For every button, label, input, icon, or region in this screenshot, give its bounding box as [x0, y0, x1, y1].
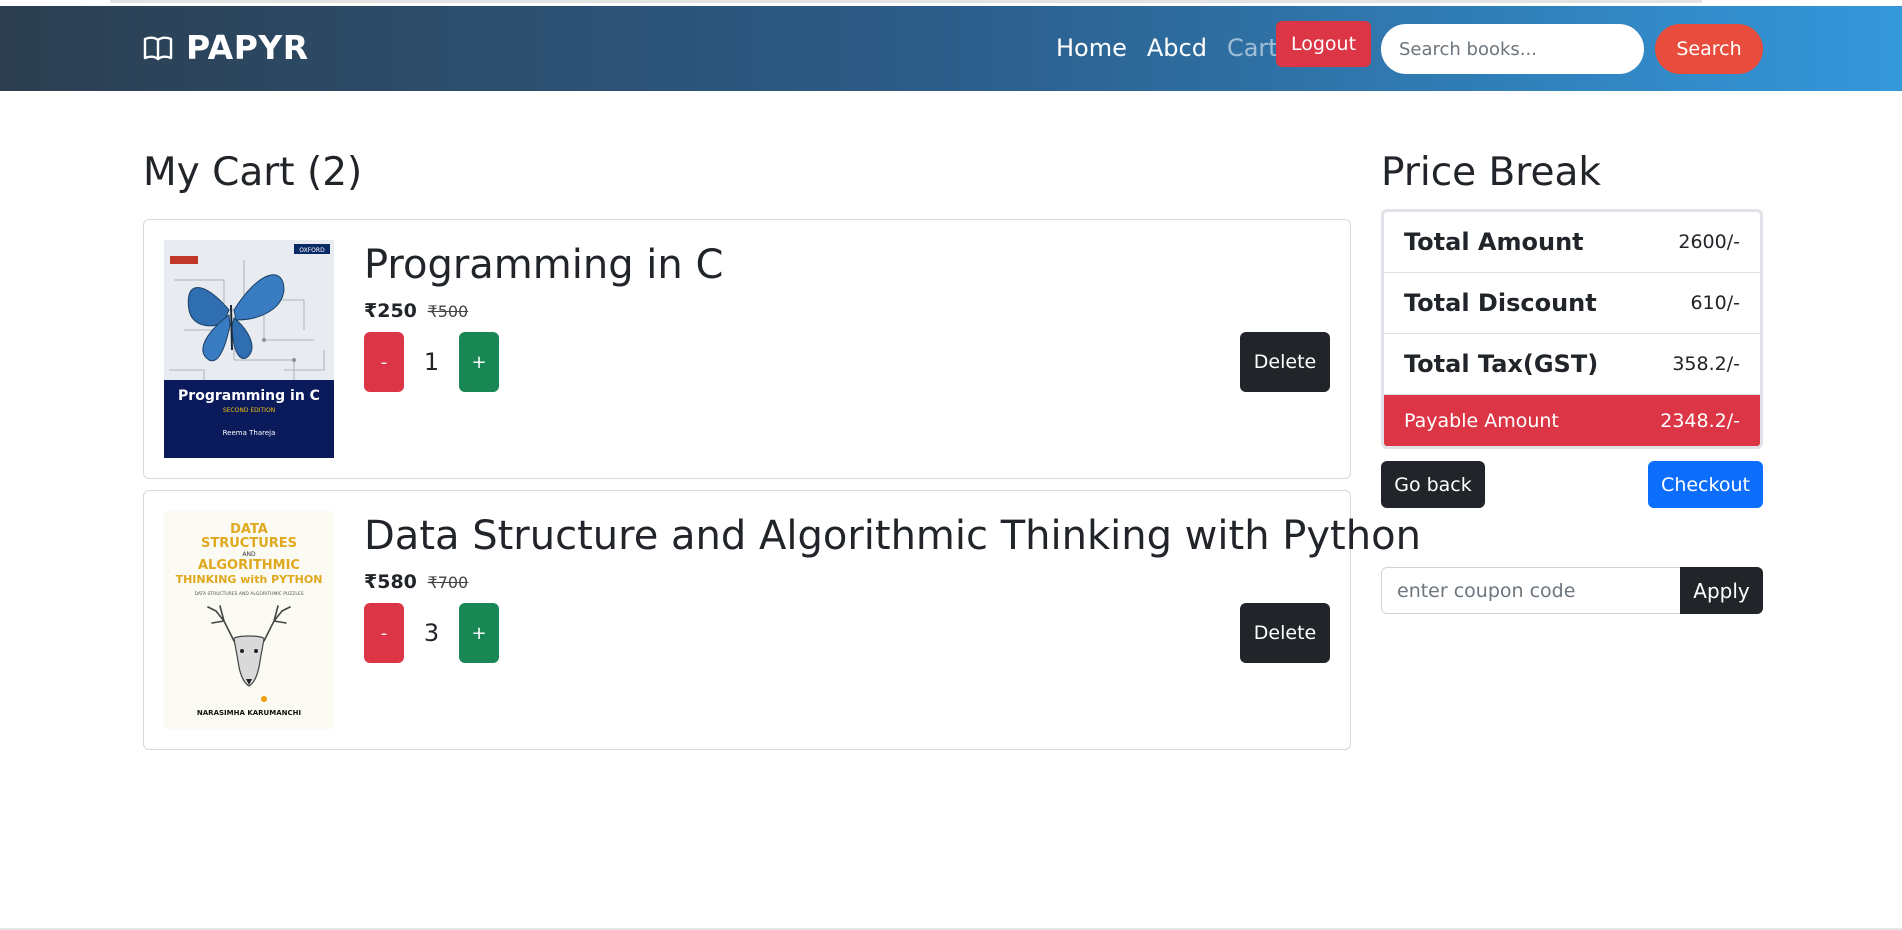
nav-link-cart[interactable]: Cart: [1227, 34, 1278, 62]
price-row-label: Total Tax(GST): [1404, 350, 1599, 378]
cart-item: DATA STRUCTURES AND ALGORITHMIC THINKING…: [143, 490, 1421, 750]
price-row-value: 610/-: [1690, 292, 1740, 314]
book-title[interactable]: Programming in C: [364, 242, 723, 288]
cart-item: OXFORD Programming in C SECOND EDITION R…: [143, 219, 1351, 479]
nav-link-home[interactable]: Home: [1056, 34, 1127, 62]
cover-line: AND: [242, 551, 256, 558]
book-cover-image: OXFORD Programming in C SECOND EDITION R…: [164, 240, 334, 458]
price-row-total-discount: Total Discount 610/-: [1384, 273, 1760, 334]
search-input[interactable]: Search books...: [1381, 24, 1644, 74]
price-row-label: Total Amount: [1404, 228, 1584, 256]
cover-line: ALGORITHMIC: [198, 558, 300, 573]
cart-title: My Cart (2): [143, 150, 363, 195]
cover-line: STRUCTURES: [201, 536, 297, 551]
delete-item-button[interactable]: Delete: [1240, 332, 1330, 392]
original-price: ₹700: [427, 573, 469, 592]
price-line: ₹580 ₹700: [364, 571, 468, 593]
apply-coupon-button[interactable]: Apply: [1680, 567, 1763, 614]
nav-link-abcd[interactable]: Abcd: [1147, 34, 1207, 62]
original-price: ₹500: [427, 302, 469, 321]
book-open-icon: [142, 32, 174, 64]
cover-edition: SECOND EDITION: [223, 407, 275, 414]
coupon-code-input[interactable]: enter coupon code: [1381, 567, 1681, 614]
brand-logo[interactable]: PAPYR: [142, 28, 309, 67]
book-title[interactable]: Data Structure and Algorithmic Thinking …: [364, 513, 1421, 559]
payable-amount-row: Payable Amount 2348.2/-: [1384, 395, 1760, 446]
go-back-button[interactable]: Go back: [1381, 461, 1485, 508]
payable-amount-label: Payable Amount: [1404, 409, 1559, 432]
cover-title: Programming in C: [178, 388, 320, 404]
current-price: ₹250: [364, 300, 417, 322]
checkout-button[interactable]: Checkout: [1648, 461, 1763, 508]
price-row-total-tax: Total Tax(GST) 358.2/-: [1384, 334, 1760, 395]
current-price: ₹580: [364, 571, 417, 593]
increase-quantity-button[interactable]: +: [459, 603, 499, 663]
logout-button[interactable]: Logout: [1276, 21, 1371, 67]
delete-item-button[interactable]: Delete: [1240, 603, 1330, 663]
search-button[interactable]: Search: [1655, 24, 1763, 74]
price-row-value: 2600/-: [1678, 231, 1740, 253]
cover-line: DATA: [230, 522, 268, 537]
price-break-title: Price Break: [1381, 150, 1601, 195]
decrease-quantity-button[interactable]: -: [364, 332, 404, 392]
cover-subtitle: DATA STRUCTURES AND ALGORITHMIC PUZZLES: [194, 591, 303, 597]
cover-author: NARASIMHA KARUMANCHI: [197, 709, 301, 717]
quantity-value: 3: [423, 619, 440, 647]
book-cover-image: DATA STRUCTURES AND ALGORITHMIC THINKING…: [164, 511, 334, 729]
quantity-value: 1: [423, 348, 440, 376]
price-line: ₹250 ₹500: [364, 300, 468, 322]
price-break-list: Total Amount 2600/- Total Discount 610/-…: [1381, 209, 1763, 449]
decrease-quantity-button[interactable]: -: [364, 603, 404, 663]
nav-links: Home Abcd Cart: [1056, 34, 1298, 62]
increase-quantity-button[interactable]: +: [459, 332, 499, 392]
brand-name: PAPYR: [186, 28, 309, 67]
payable-amount-value: 2348.2/-: [1660, 409, 1740, 432]
cover-publisher: OXFORD: [299, 247, 325, 254]
cover-author: Reema Thareja: [223, 429, 276, 437]
price-row-label: Total Discount: [1404, 289, 1597, 317]
cover-line: THINKING with PYTHON: [176, 573, 323, 586]
navbar: PAPYR Home Abcd Cart Logout Search books…: [0, 6, 1902, 91]
price-row-total-amount: Total Amount 2600/-: [1384, 212, 1760, 273]
price-row-value: 358.2/-: [1672, 353, 1740, 375]
